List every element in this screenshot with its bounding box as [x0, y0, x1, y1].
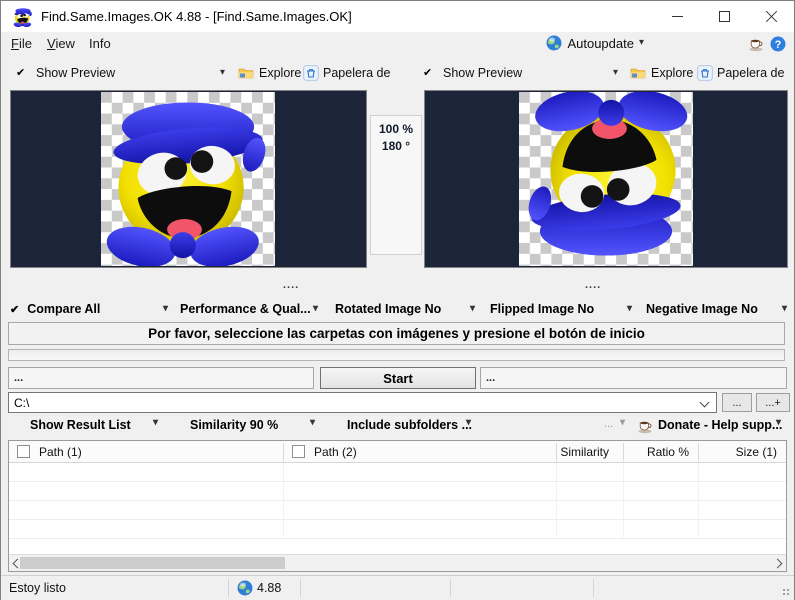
flipped-image-label: Flipped Image No [490, 302, 594, 316]
scroll-right-icon[interactable] [773, 559, 783, 569]
show-preview-dropdown-right[interactable]: Show Preview [443, 66, 522, 80]
progress-bar [8, 349, 785, 361]
menu-info[interactable]: Info [89, 36, 111, 51]
column-size1[interactable]: Size (1) [736, 445, 777, 459]
folder-path-combobox[interactable]: C:\ [8, 392, 717, 413]
help-icon[interactable] [770, 36, 786, 52]
close-icon [765, 10, 778, 23]
status-bar: Estoy listo 4.88 [1, 575, 794, 600]
results-table: Path (1) Path (2) Similarity Ratio % Siz… [8, 440, 787, 572]
folder-icon [630, 65, 646, 81]
negative-image-dropdown[interactable]: Negative Image No ▾ [646, 300, 787, 318]
folder-path-value: C:\ [14, 396, 29, 410]
recycle-bin-icon [697, 65, 713, 81]
chevron-down-icon[interactable] [700, 398, 710, 408]
maximize-button[interactable] [701, 1, 748, 32]
folder-icon [238, 65, 254, 81]
horizontal-scrollbar[interactable] [9, 554, 786, 571]
left-status-field: ... [8, 367, 314, 389]
results-table-header: Path (1) Path (2) Similarity Ratio % Siz… [9, 441, 786, 463]
chevron-down-icon[interactable]: ▾ [220, 68, 225, 78]
title-bar: Find.Same.Images.OK 4.88 - [Find.Same.Im… [1, 1, 794, 32]
column-path2[interactable]: Path (2) [314, 445, 357, 459]
menu-view[interactable]: View [47, 36, 75, 51]
show-preview-dropdown-left[interactable]: Show Preview [36, 66, 115, 80]
minimize-icon [672, 16, 683, 17]
window-title: Find.Same.Images.OK 4.88 - [Find.Same.Im… [41, 9, 352, 24]
chevron-down-icon[interactable]: ▾ [466, 418, 471, 428]
compare-all-label: Compare All [27, 302, 100, 316]
chevron-down-icon: ▾ [782, 304, 787, 314]
column-path1[interactable]: Path (1) [39, 445, 82, 459]
chevron-down-icon: ▾ [163, 304, 168, 314]
app-icon [13, 7, 33, 27]
menu-bar: File View Info Autoupdate ▾ [1, 32, 794, 57]
browse-add-button[interactable]: ...+ [756, 393, 790, 412]
chevron-down-icon: ▾ [639, 38, 644, 48]
papelera-button-right[interactable]: Papelera de [717, 66, 784, 80]
start-button[interactable]: Start [320, 367, 476, 389]
chevron-down-icon: ▾ [313, 304, 318, 314]
checkmark-icon: ✔ [16, 66, 25, 79]
app-window: Find.Same.Images.OK 4.88 - [Find.Same.Im… [0, 0, 795, 600]
browse-button[interactable]: ... [722, 393, 752, 412]
preview-caption-right: .... [585, 279, 601, 291]
chevron-down-icon: ▾ [470, 304, 475, 314]
column-similarity[interactable]: Similarity [560, 445, 609, 459]
chevron-down-icon[interactable]: ▾ [310, 418, 315, 428]
zoom-level: 100 % [371, 121, 421, 138]
chevron-down-icon[interactable]: ▾ [153, 418, 158, 428]
menu-file[interactable]: File [11, 36, 32, 51]
results-table-body [9, 463, 786, 539]
maximize-icon [719, 11, 730, 22]
performance-quality-dropdown[interactable]: Performance & Qual... ▾ [180, 300, 318, 318]
globe-icon [546, 35, 562, 51]
rotation-info-panel: 100 % 180 ° [370, 115, 422, 255]
preview-panel-left [10, 90, 367, 268]
preview-image-right [519, 92, 693, 266]
minimize-button[interactable] [654, 1, 701, 32]
explore-button-right[interactable]: Explore [651, 66, 693, 80]
rotation-angle: 180 ° [371, 138, 421, 155]
recycle-bin-icon [303, 65, 319, 81]
coffee-icon [637, 418, 653, 434]
rotated-image-dropdown[interactable]: Rotated Image No ▾ [335, 300, 475, 318]
similarity-dropdown[interactable]: Similarity 90 % [190, 418, 278, 432]
resize-grip[interactable] [783, 589, 791, 597]
chevron-down-icon[interactable]: ▾ [620, 418, 625, 428]
autoupdate-label: Autoupdate [567, 36, 634, 51]
checkmark-icon: ✔ [10, 303, 19, 316]
preview-panel-right [424, 90, 788, 268]
rotated-image-label: Rotated Image No [335, 302, 441, 316]
preview-image-left [101, 92, 275, 266]
chevron-down-icon[interactable]: ▾ [776, 418, 781, 428]
version-label: 4.88 [257, 581, 281, 595]
path2-checkbox[interactable] [292, 445, 305, 458]
compare-all-dropdown[interactable]: ✔ Compare All ▾ [10, 300, 168, 318]
checkmark-icon: ✔ [423, 66, 432, 79]
globe-icon [237, 580, 253, 596]
donate-dropdown[interactable]: Donate - Help supp... [658, 418, 782, 432]
flipped-image-dropdown[interactable]: Flipped Image No ▾ [490, 300, 632, 318]
close-button[interactable] [748, 1, 795, 32]
chevron-down-icon[interactable]: ▾ [613, 68, 618, 78]
scrollbar-thumb[interactable] [20, 557, 285, 569]
instruction-message-bar: Por favor, seleccione las carpetas con i… [8, 322, 785, 345]
autoupdate-control[interactable]: Autoupdate ▾ [546, 35, 644, 51]
include-subfolders-dropdown[interactable]: Include subfolders ... [347, 418, 472, 432]
right-status-field: ... [480, 367, 787, 389]
papelera-button-left[interactable]: Papelera de [323, 66, 390, 80]
status-message: Estoy listo [9, 581, 66, 595]
show-result-list-dropdown[interactable]: Show Result List [30, 418, 131, 432]
chevron-down-icon: ▾ [627, 304, 632, 314]
performance-quality-label: Performance & Qual... [180, 302, 311, 316]
more-options-dropdown[interactable]: ... [604, 418, 613, 430]
explore-button-left[interactable]: Explore [259, 66, 301, 80]
coffee-icon[interactable] [748, 36, 764, 52]
negative-image-label: Negative Image No [646, 302, 758, 316]
path1-checkbox[interactable] [17, 445, 30, 458]
preview-caption-left: .... [283, 279, 299, 291]
column-ratio[interactable]: Ratio % [647, 445, 689, 459]
